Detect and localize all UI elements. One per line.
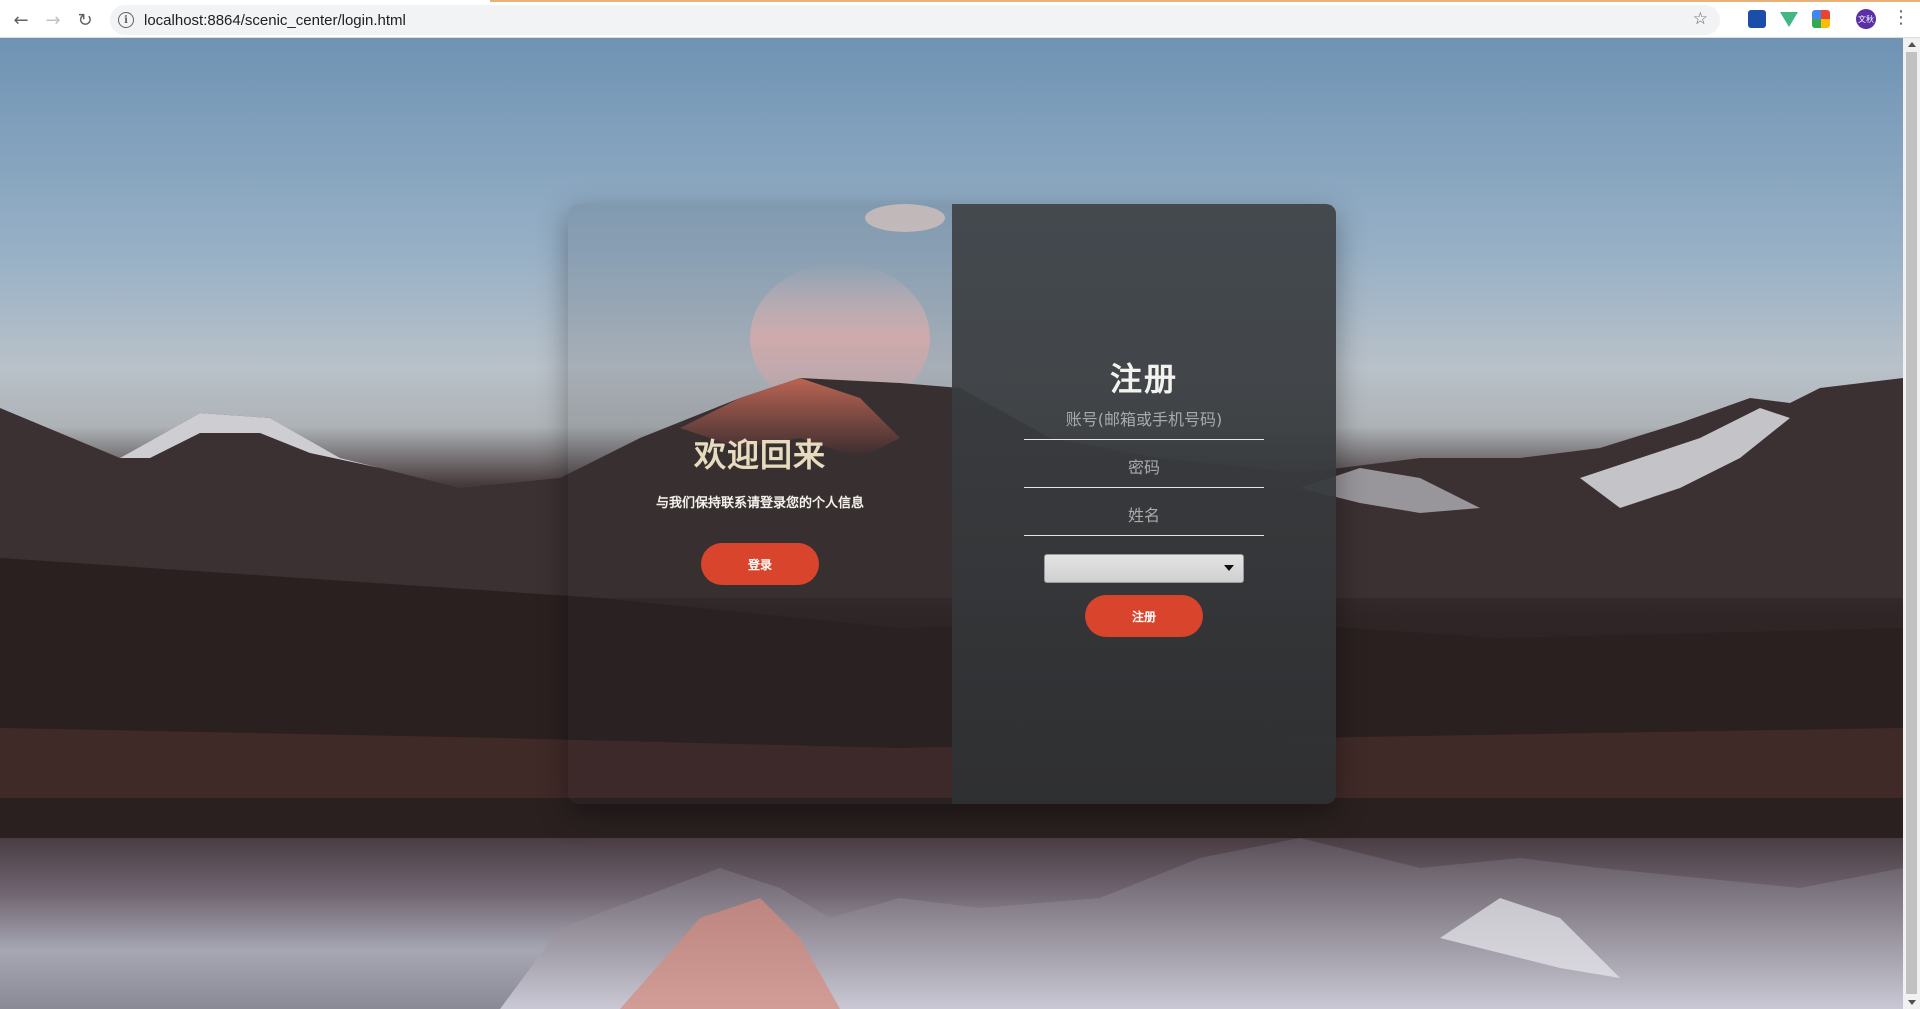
- profile-avatar[interactable]: 文秋: [1856, 9, 1876, 29]
- name-input[interactable]: [1024, 496, 1264, 536]
- account-input[interactable]: [1024, 400, 1264, 440]
- register-title: 注册: [1109, 360, 1178, 398]
- url-text[interactable]: localhost:8864/scenic_center/login.html: [144, 12, 406, 29]
- auth-card: 欢迎回来 与我们保持联系请登录您的个人信息 登录 注册 注册: [568, 204, 1336, 804]
- scrollbar-thumb[interactable]: [1906, 52, 1917, 994]
- extension-color-icon[interactable]: [1812, 10, 1830, 28]
- browser-toolbar: ← → ↻ i localhost:8864/scenic_center/log…: [0, 0, 1920, 38]
- back-icon[interactable]: ←: [8, 7, 34, 33]
- extension-icon[interactable]: [1748, 10, 1766, 28]
- login-button[interactable]: 登录: [701, 543, 819, 585]
- register-button[interactable]: 注册: [1085, 595, 1203, 637]
- register-panel: 注册 注册: [952, 204, 1336, 804]
- role-select[interactable]: [1044, 554, 1244, 583]
- welcome-title: 欢迎回来: [693, 436, 826, 474]
- welcome-subtitle: 与我们保持联系请登录您的个人信息: [655, 496, 864, 511]
- scroll-down-icon[interactable]: [1908, 1000, 1916, 1005]
- star-icon[interactable]: ☆: [1693, 9, 1708, 29]
- address-bar[interactable]: i localhost:8864/scenic_center/login.htm…: [110, 5, 1720, 35]
- page-load-progress: [490, 0, 1920, 2]
- page-scrollbar[interactable]: [1903, 38, 1920, 1009]
- vue-devtools-icon[interactable]: [1780, 10, 1798, 28]
- reload-icon[interactable]: ↻: [72, 7, 98, 33]
- password-input[interactable]: [1024, 448, 1264, 488]
- scroll-up-icon[interactable]: [1908, 42, 1916, 47]
- welcome-panel: 欢迎回来 与我们保持联系请登录您的个人信息 登录: [568, 204, 952, 804]
- info-icon[interactable]: i: [118, 12, 134, 28]
- chevron-down-icon: [1224, 565, 1234, 571]
- forward-icon[interactable]: →: [40, 7, 66, 33]
- more-vertical-icon[interactable]: ⋮: [1892, 8, 1910, 28]
